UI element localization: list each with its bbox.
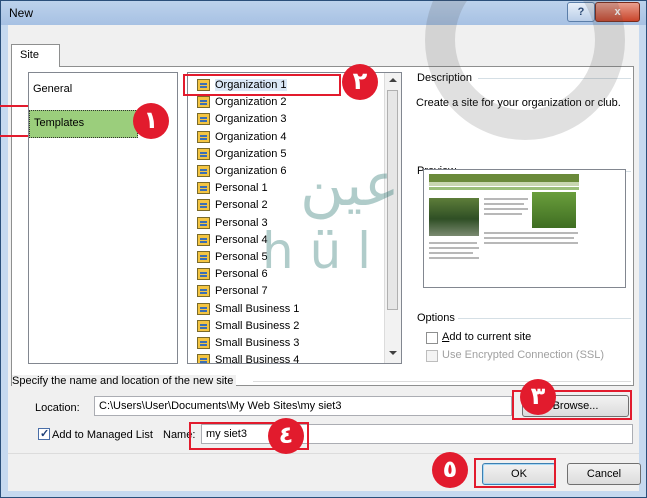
category-general[interactable]: General — [33, 83, 72, 95]
template-item-label: Small Business 4 — [215, 354, 300, 364]
template-page-icon — [197, 337, 210, 349]
highlight-line-templates — [0, 105, 28, 107]
category-templates-label: Templates — [34, 117, 85, 129]
add-to-current-checkbox[interactable] — [426, 332, 438, 344]
preview-garden-photo — [532, 192, 576, 228]
encrypted-checkbox — [426, 350, 438, 362]
template-item[interactable]: Organization 3 — [196, 111, 346, 128]
preview-text-line — [484, 198, 528, 200]
template-item-label: Organization 4 — [215, 130, 287, 143]
step-4-badge: ٤ — [268, 418, 304, 454]
preview-banner — [429, 174, 579, 182]
template-item[interactable]: Small Business 4 — [196, 352, 346, 364]
managed-list-label[interactable]: Add to Managed List — [52, 429, 153, 441]
template-item-label: Small Business 1 — [215, 302, 300, 315]
managed-list-checkbox[interactable] — [38, 427, 50, 440]
template-item[interactable]: Small Business 2 — [196, 318, 346, 335]
template-item-label: Personal 7 — [215, 285, 268, 298]
template-page-icon — [197, 216, 210, 229]
template-page-icon — [197, 268, 210, 281]
preview-text-line — [484, 213, 522, 215]
preview-subbanner — [429, 182, 579, 186]
template-item[interactable]: Organization 4 — [196, 129, 346, 146]
preview-text-line — [484, 203, 524, 205]
preview-text-line — [484, 242, 578, 244]
template-item-label: Organization 3 — [215, 113, 287, 126]
template-page-icon — [197, 147, 210, 160]
options-label: Options — [417, 312, 458, 324]
template-item[interactable]: Personal 7 — [196, 283, 346, 300]
highlight-line-templates — [0, 135, 28, 137]
preview-nav — [429, 187, 579, 190]
template-item[interactable]: Organization 2 — [196, 94, 346, 111]
highlight-ok — [474, 458, 556, 488]
template-item-label: Small Business 3 — [215, 337, 300, 349]
tab-site-label: Site — [20, 49, 39, 61]
template-item-label: Personal 2 — [215, 199, 268, 212]
watermark-arabic: عين — [300, 150, 400, 220]
scroll-up-icon[interactable] — [389, 78, 397, 82]
template-page-icon — [197, 165, 210, 177]
category-templates[interactable]: Templates — [29, 110, 138, 138]
watermark-latin: h ü l — [262, 222, 372, 280]
preview-text-line — [484, 208, 528, 210]
scroll-down-icon[interactable] — [389, 351, 397, 355]
template-page-icon — [197, 199, 210, 212]
location-group-label: Specify the name and location of the new… — [12, 375, 237, 387]
location-label: Location: — [35, 402, 80, 414]
tab-site[interactable]: Site — [11, 44, 60, 67]
location-value: C:\Users\User\Documents\My Web Sites\my … — [99, 400, 342, 412]
preview-text-line — [429, 242, 477, 244]
template-item-label: Organization 6 — [215, 165, 287, 177]
template-page-icon — [197, 251, 210, 263]
location-input[interactable]: C:\Users\User\Documents\My Web Sites\my … — [94, 396, 512, 416]
template-item-label: Organization 2 — [215, 96, 287, 109]
options-divider — [455, 318, 631, 319]
template-page-icon — [197, 302, 210, 315]
template-page-icon — [197, 233, 210, 246]
preview-text-line — [429, 247, 479, 249]
template-item-label: Organization 5 — [215, 147, 287, 160]
preview-text-line — [484, 232, 578, 234]
footer-divider — [8, 453, 639, 454]
step-2-badge: ٢ — [342, 64, 378, 100]
template-item-label: Personal 1 — [215, 182, 268, 195]
window-title: New — [9, 6, 34, 20]
encrypted-label: Use Encrypted Connection (SSL) — [442, 349, 605, 361]
step-1-badge: ١ — [133, 103, 169, 139]
cancel-button[interactable]: Cancel — [567, 463, 641, 485]
template-page-icon — [197, 354, 210, 363]
preview-text-line — [429, 252, 473, 254]
template-item[interactable]: Small Business 1 — [196, 301, 346, 318]
add-to-current-label[interactable]: Add to current site — [442, 331, 531, 343]
preview-text-line — [429, 257, 479, 259]
template-page-icon — [197, 285, 210, 298]
template-item-label: Personal 5 — [215, 251, 268, 263]
template-item-label: Small Business 2 — [215, 319, 300, 332]
step-3-badge: ٣ — [520, 379, 556, 415]
template-item[interactable]: Small Business 3 — [196, 335, 346, 352]
template-page-icon — [197, 96, 210, 109]
location-divider — [253, 381, 631, 382]
template-preview — [423, 169, 626, 288]
template-item-label: Personal 4 — [215, 233, 268, 246]
template-item-label: Personal 6 — [215, 268, 268, 281]
preview-bridge-photo — [429, 198, 479, 236]
preview-text-line — [484, 237, 574, 239]
step-5-badge: ٥ — [432, 452, 468, 488]
template-page-icon — [197, 319, 210, 332]
template-item-label: Personal 3 — [215, 216, 268, 229]
template-page-icon — [197, 130, 210, 143]
template-page-icon — [197, 182, 210, 195]
template-page-icon — [197, 113, 210, 126]
highlight-organization-1 — [183, 74, 341, 96]
